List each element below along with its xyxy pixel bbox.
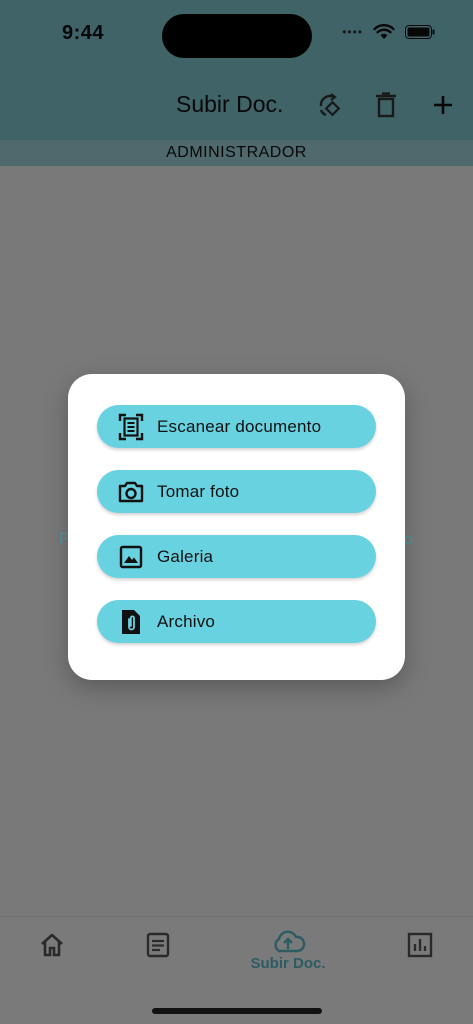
scan-document-label: Escanear documento: [157, 416, 322, 436]
file-attachment-icon: [117, 608, 145, 636]
image-icon: [117, 543, 145, 571]
gallery-label: Galeria: [157, 546, 214, 566]
file-button[interactable]: Archivo: [97, 600, 376, 643]
camera-icon: [117, 478, 145, 506]
document-scanner-icon: [117, 413, 145, 441]
background-text-right: o: [404, 531, 413, 548]
home-indicator[interactable]: [152, 1008, 322, 1014]
upload-options-dialog: Escanear documento Tomar foto Galeria Ar…: [68, 374, 405, 680]
scan-document-button[interactable]: Escanear documento: [97, 405, 376, 448]
take-photo-label: Tomar foto: [157, 481, 240, 501]
file-label: Archivo: [157, 611, 216, 631]
take-photo-button[interactable]: Tomar foto: [97, 470, 376, 513]
app-screen: 9:44 ••••: [0, 0, 473, 1024]
gallery-button[interactable]: Galeria: [97, 535, 376, 578]
